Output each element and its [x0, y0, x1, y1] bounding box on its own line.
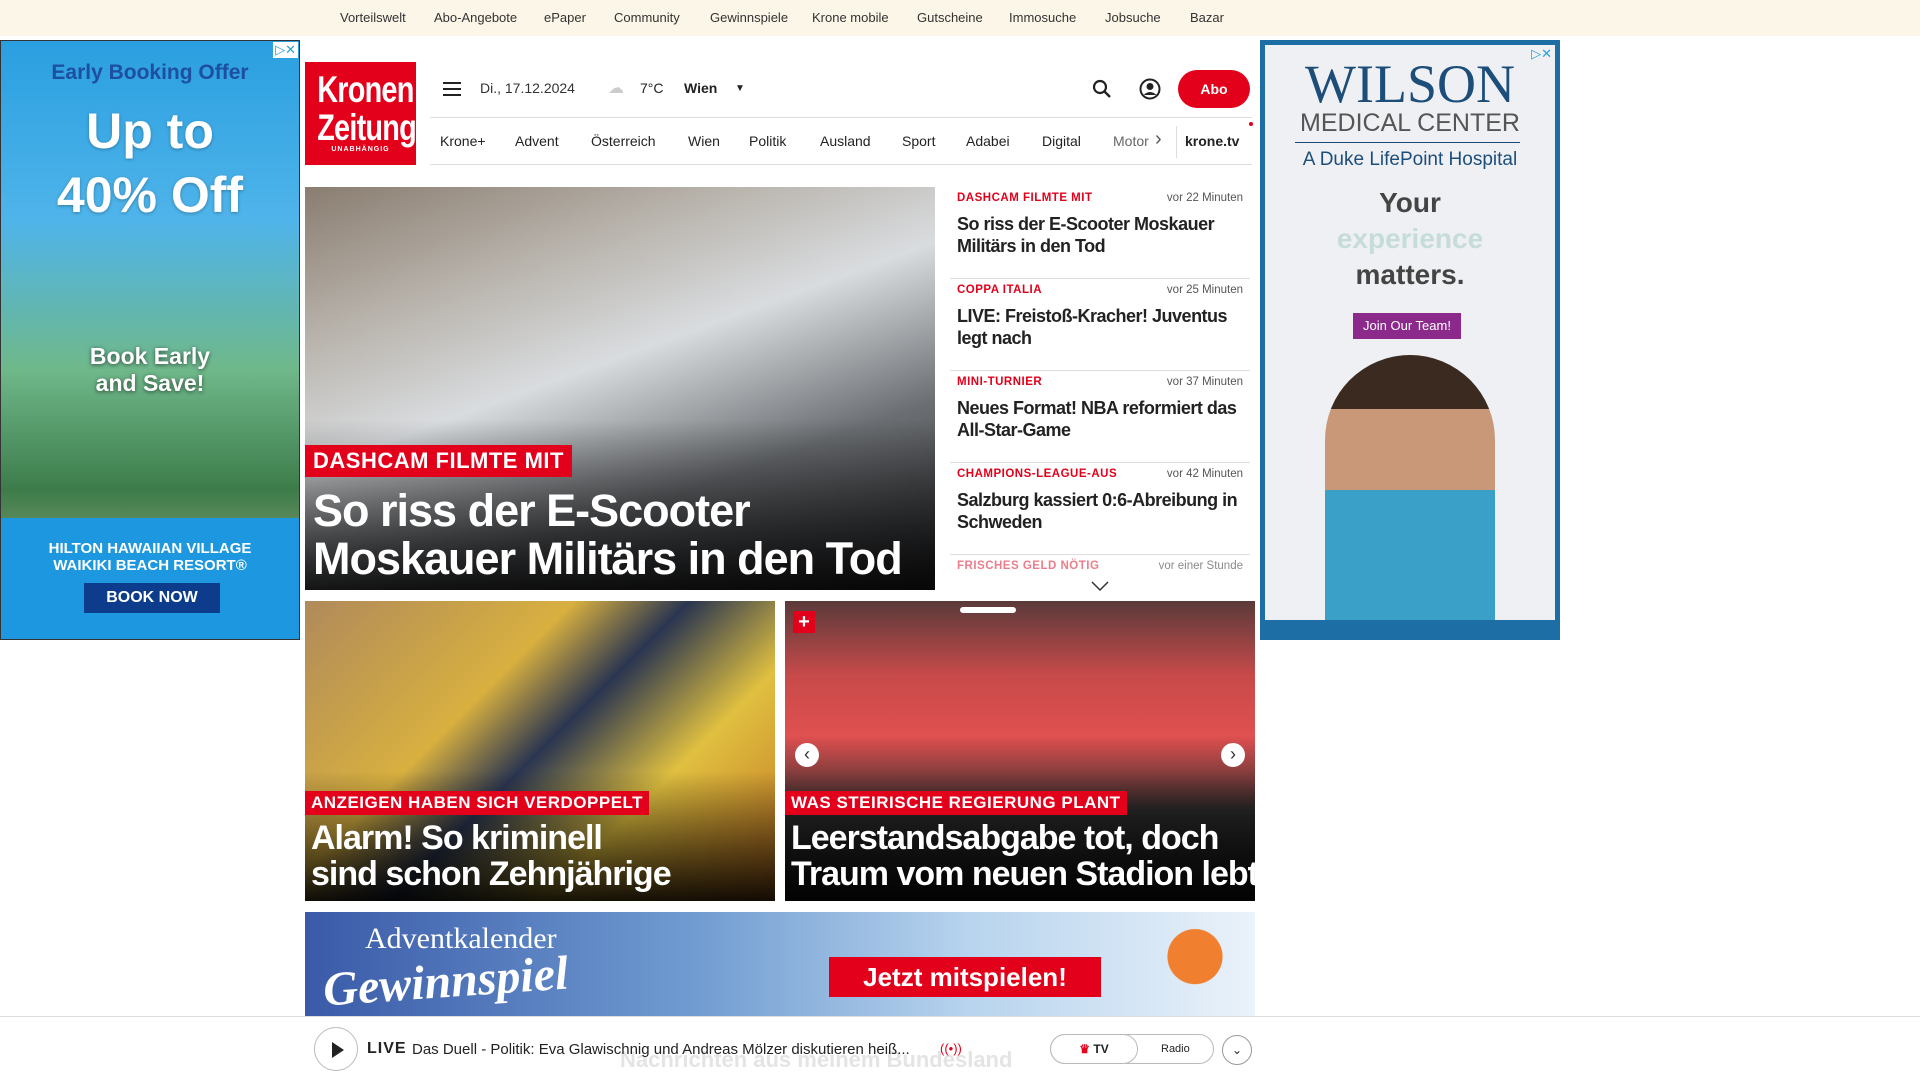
play-icon: [332, 1042, 344, 1058]
adventkalender-banner[interactable]: Adventkalender Gewinnspiel Jetzt mitspie…: [305, 912, 1255, 1016]
advent-subtitle: Gewinnspiel: [321, 946, 570, 1016]
ticker-item[interactable]: CHAMPIONS-LEAGUE-AUS vor 42 Minuten Salzbu…: [950, 463, 1250, 555]
ad-left-footer: HILTON HAWAIIAN VILLAGE WAIKIKI BEACH RES…: [1, 518, 299, 639]
nav-item-adabei[interactable]: Adabei: [966, 133, 1010, 149]
carousel-indicator[interactable]: [960, 607, 1016, 613]
jetzt-mitspielen-button[interactable]: Jetzt mitspielen!: [829, 957, 1101, 997]
ad-person-image: [1325, 355, 1495, 620]
chevron-down-icon[interactable]: ▼: [735, 83, 745, 94]
play-button[interactable]: [314, 1027, 358, 1071]
article-card-crime[interactable]: ANZEIGEN HABEN SICH VERDOPPELT Alarm! So…: [305, 601, 775, 901]
ad-brand-sub: MEDICAL CENTER: [1300, 109, 1520, 137]
city-select[interactable]: Wien: [684, 80, 717, 96]
live-stream-title[interactable]: Das Duell - Politik: Eva Glawischnig und…: [412, 1041, 910, 1058]
search-icon[interactable]: [1092, 79, 1112, 99]
live-player-bar: Nachrichten aus meinem Bundesland LIVE D…: [0, 1016, 1920, 1080]
article-card-stadium[interactable]: + ‹ › WAS STEIRISCHE REGIERUNG PLANT Lee…: [785, 601, 1255, 901]
hamburger-menu-icon[interactable]: [443, 82, 461, 96]
tv-radio-toggle[interactable]: ♛ TV Radio: [1050, 1034, 1214, 1064]
topbar-link-abo-angebote[interactable]: Abo-Angebote: [434, 10, 517, 25]
nav-item-oesterreich[interactable]: Österreich: [591, 133, 656, 149]
broadcast-icon: ((•)): [940, 1041, 962, 1056]
krone-plus-badge-icon: +: [793, 611, 815, 633]
ad-left-offer: Early Booking Offer: [51, 61, 249, 84]
ad-divider: [1295, 142, 1520, 143]
radio-toggle-option[interactable]: Radio: [1161, 1043, 1190, 1055]
main-navigation: Krone+ Advent Österreich Wien Politik Au…: [430, 117, 1253, 165]
live-dot-icon: [1249, 122, 1253, 126]
kronen-zeitung-logo[interactable]: Kronen Zeitung UNABHÄNGIG: [305, 62, 417, 165]
topbar-link-epaper[interactable]: ePaper: [544, 10, 586, 25]
ad-brand: WILSON: [1305, 54, 1515, 114]
join-our-team-button[interactable]: Join Our Team!: [1353, 313, 1461, 339]
topbar-link-krone-mobile[interactable]: Krone mobile: [812, 10, 889, 25]
ad-right-wilson-medical[interactable]: ▷✕ WILSON MEDICAL CENTER A Duke LifePoin…: [1260, 40, 1560, 640]
top-utility-bar: Vorteilswelt Abo-Angebote ePaper Communi…: [0, 0, 1920, 36]
carousel-prev-icon[interactable]: ‹: [795, 743, 819, 767]
nav-item-ausland[interactable]: Ausland: [820, 133, 871, 149]
topbar-link-gutscheine[interactable]: Gutscheine: [917, 10, 983, 25]
nav-item-wien[interactable]: Wien: [688, 133, 720, 149]
ad-tagline: A Duke LifePoint Hospital: [1302, 149, 1518, 170]
topbar-link-immosuche[interactable]: Immosuche: [1009, 10, 1076, 25]
ticker-item[interactable]: DASHCAM FILMTE MIT vor 22 Minuten So riss …: [950, 187, 1250, 279]
header-temperature: 7°C: [640, 80, 664, 96]
crown-icon: ♛: [1079, 1042, 1091, 1056]
topbar-link-bazar[interactable]: Bazar: [1190, 10, 1224, 25]
nav-item-krone-plus[interactable]: Krone+: [440, 133, 486, 149]
abo-button[interactable]: Abo: [1178, 70, 1250, 108]
nav-item-advent[interactable]: Advent: [515, 133, 559, 149]
hero-headline: So riss der E-Scooter Moskauer Militärs i…: [313, 485, 903, 584]
ad-left-subline: Book Early and Save!: [89, 343, 211, 396]
nav-item-politik[interactable]: Politik: [749, 133, 786, 149]
topbar-link-gewinnspiele[interactable]: Gewinnspiele: [710, 10, 788, 25]
nav-divider: [1176, 126, 1177, 158]
card-headline: Leerstandsabgabe tot, doch Traum vom neue…: [791, 819, 1255, 893]
ad-left-book-now-button[interactable]: BOOK NOW: [84, 583, 220, 613]
expand-player-chevron-icon[interactable]: ⌄: [1222, 1035, 1252, 1065]
card-kicker: ANZEIGEN HABEN SICH VERDOPPELT: [305, 791, 650, 815]
ad-left-headline: Up to 40% Off: [56, 103, 244, 223]
cloud-icon: ☁: [608, 80, 624, 97]
card-headline: Alarm! So kriminell sind schon Zehnjährig…: [311, 819, 672, 893]
ad-left-hilton[interactable]: ▷✕ Early Booking Offer Up to 40% Off Book…: [0, 40, 300, 640]
nav-item-motor[interactable]: Motor: [1113, 133, 1149, 149]
live-label: LIVE: [367, 1040, 407, 1057]
topbar-link-community[interactable]: Community: [614, 10, 680, 25]
news-ticker: DASHCAM FILMTE MIT vor 22 Minuten So riss …: [950, 187, 1250, 600]
topbar-link-vorteilswelt[interactable]: Vorteilswelt: [340, 10, 406, 25]
nav-scroll-right-icon[interactable]: ›: [1155, 128, 1162, 151]
fox-mascot-image: [1145, 917, 1245, 1016]
ticker-expand-chevron-icon[interactable]: [1090, 580, 1110, 592]
carousel-next-icon[interactable]: ›: [1221, 743, 1245, 767]
topbar-link-jobsuche[interactable]: Jobsuche: [1105, 10, 1161, 25]
header-date: Di., 17.12.2024: [480, 80, 575, 96]
nav-item-digital[interactable]: Digital: [1042, 133, 1081, 149]
user-account-icon[interactable]: [1139, 78, 1161, 100]
adchoices-icon[interactable]: ▷✕: [273, 42, 298, 58]
tv-toggle-option[interactable]: ♛ TV: [1050, 1034, 1138, 1064]
hero-article[interactable]: DASHCAM FILMTE MIT So riss der E-Scooter…: [305, 187, 935, 590]
ad-message: Your experience matters.: [1336, 187, 1484, 290]
nav-item-krone-tv[interactable]: krone.tv: [1185, 133, 1239, 149]
ticker-item[interactable]: MINI-TURNIER vor 37 Minuten Neues Format! …: [950, 371, 1250, 463]
ticker-item[interactable]: COPPA ITALIA vor 25 Minuten LIVE: Freistoß…: [950, 279, 1250, 371]
hero-kicker: DASHCAM FILMTE MIT: [305, 445, 572, 477]
card-kicker: WAS STEIRISCHE REGIERUNG PLANT: [785, 791, 1127, 815]
nav-item-sport[interactable]: Sport: [902, 133, 935, 149]
